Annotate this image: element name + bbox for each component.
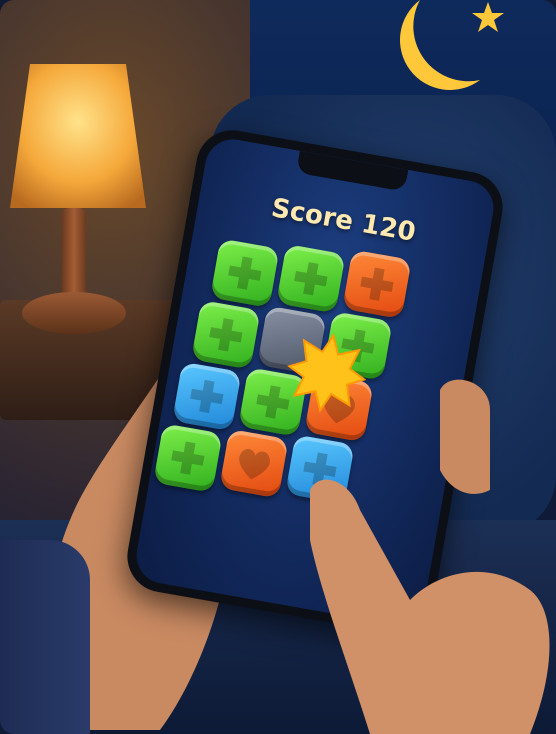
lamp-stem: [62, 208, 86, 303]
star-icon: [472, 2, 504, 32]
game-tile-green[interactable]: [210, 238, 280, 308]
plus-icon: [209, 318, 243, 352]
game-tile-blue[interactable]: [172, 361, 242, 432]
sleeve: [0, 540, 90, 734]
photo-scene: Score 120: [0, 0, 556, 734]
game-tile-green[interactable]: [276, 243, 346, 314]
game-tile-green[interactable]: [191, 300, 261, 370]
plus-icon: [190, 379, 224, 414]
phone-notch: [296, 150, 409, 192]
game-tile-orange[interactable]: [219, 428, 289, 499]
lamp-shade: [10, 64, 146, 208]
heart-icon: [239, 449, 270, 480]
plus-icon: [228, 256, 262, 290]
plus-icon: [294, 262, 328, 296]
plus-icon: [360, 267, 394, 301]
plus-icon: [171, 441, 205, 475]
game-tile-orange[interactable]: [342, 249, 412, 320]
right-hand: [310, 379, 550, 734]
game-tile-green[interactable]: [153, 423, 223, 493]
